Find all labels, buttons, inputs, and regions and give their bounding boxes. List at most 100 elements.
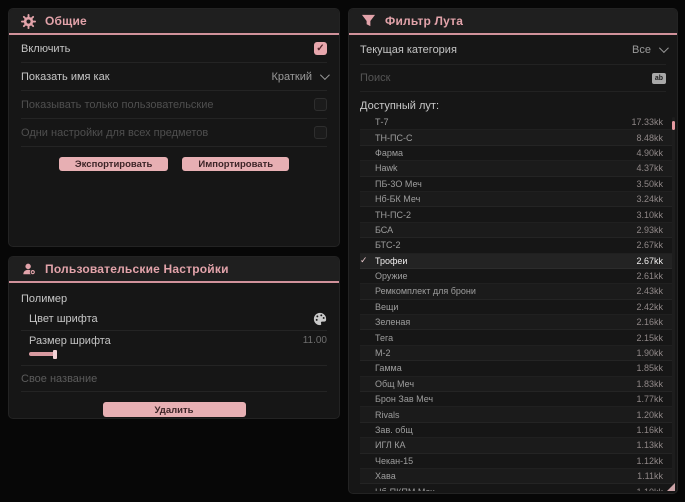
- row-font-color: Цвет шрифта: [21, 307, 327, 331]
- search-options-icon[interactable]: ab: [652, 72, 666, 84]
- row-current-category: Текущая категория Все: [360, 35, 669, 65]
- custom-settings-header: Пользовательские Настройки: [9, 257, 339, 283]
- search-input[interactable]: [360, 69, 652, 87]
- loot-filter-header: Фильтр Лута: [349, 9, 677, 35]
- same-settings-checkbox[interactable]: [314, 126, 327, 139]
- row-show-only-custom: Показывать только пользовательские: [21, 91, 327, 119]
- loot-item-row[interactable]: Чекан-15 1.12kk: [360, 454, 675, 469]
- loot-item-count: 2.16kk: [636, 317, 663, 328]
- loot-item-name: Ремкомплект для брони: [375, 286, 476, 297]
- show-only-custom-checkbox[interactable]: [314, 98, 327, 111]
- loot-item-row[interactable]: Rivals 1.20kk: [360, 407, 675, 423]
- slider-handle[interactable]: [53, 350, 57, 359]
- loot-item-name: Зав. общ: [375, 425, 413, 435]
- general-panel-header: Общие: [9, 9, 339, 35]
- row-show-name-as: Показать имя как Краткий: [21, 63, 330, 91]
- import-button[interactable]: Импортировать: [182, 157, 290, 171]
- chevron-down-icon: [319, 70, 330, 81]
- loot-item-row[interactable]: ✓ Трофеи 2.67kk: [360, 253, 675, 269]
- loot-item-count: 17.33kk: [631, 117, 663, 128]
- loot-item-row[interactable]: ИГЛ КА 1.13kk: [360, 438, 675, 454]
- loot-item-name: Чекан-15: [375, 455, 414, 466]
- delete-row: Удалить: [21, 392, 327, 418]
- loot-item-row[interactable]: Общ Меч 1.83kk: [360, 377, 675, 393]
- loot-item-row[interactable]: ПБ-3О Меч 3.50kk: [360, 177, 675, 192]
- font-size-label: Размер шрифта: [29, 335, 111, 347]
- loot-item-name: Трофеи: [375, 255, 408, 266]
- loot-item-row[interactable]: Хава 1.11kk: [360, 469, 675, 485]
- resize-handle[interactable]: [667, 483, 675, 491]
- category-value: Все: [632, 43, 651, 56]
- palette-icon[interactable]: [312, 311, 327, 326]
- loot-item-count: 3.50kk: [636, 178, 663, 189]
- loot-item-count: 4.37kk: [636, 163, 663, 174]
- category-dropdown[interactable]: Все: [632, 43, 669, 56]
- loot-item-count: 2.15kk: [636, 332, 663, 343]
- loot-list: Т-7 17.33kk ТН-ПС-С 8.48kk Фарма 4.90kk Hawk 4.…: [360, 115, 675, 491]
- loot-item-count: 2.61kk: [636, 271, 663, 282]
- loot-item-row[interactable]: М-2 1.90kk: [360, 346, 675, 362]
- loot-item-name: Зеленая: [375, 317, 411, 328]
- left-column: Общие Включить ✓ Показать имя как Кратки…: [8, 8, 340, 494]
- chevron-down-icon: [658, 43, 669, 54]
- check-icon: ✓: [360, 255, 368, 266]
- loot-item-name: Брон Зав Меч: [375, 394, 434, 405]
- show-name-as-dropdown[interactable]: Краткий: [271, 70, 330, 83]
- loot-item-count: 2.67kk: [636, 240, 663, 251]
- loot-item-row[interactable]: Тега 2.15kk: [360, 330, 675, 346]
- loot-item-row[interactable]: Фарма 4.90kk: [360, 146, 675, 162]
- loot-item-count: 1.13kk: [636, 440, 663, 451]
- font-size-slider[interactable]: [29, 350, 329, 359]
- loot-item-row[interactable]: Оружие 2.61kk: [360, 269, 675, 285]
- export-import-row: Экспортировать Импортировать: [21, 147, 327, 179]
- export-button[interactable]: Экспортировать: [58, 157, 169, 171]
- loot-item-count: 1.90kk: [636, 348, 663, 359]
- loot-item-row[interactable]: Hawk 4.37kk: [360, 161, 675, 177]
- loot-item-name: ТН-ПС-С: [375, 132, 413, 143]
- loot-item-name: Гамма: [375, 363, 402, 374]
- show-name-as-label: Показать имя как: [21, 70, 110, 83]
- scrollbar-thumb[interactable]: [672, 121, 675, 130]
- loot-item-row[interactable]: БТС-2 2.67kk: [360, 238, 675, 254]
- loot-item-row[interactable]: Зав. общ 1.16kk: [360, 423, 675, 439]
- show-name-as-value: Краткий: [271, 70, 312, 83]
- right-column: Фильтр Лута Текущая категория Все ab Дос…: [348, 8, 678, 494]
- loot-item-row[interactable]: Гамма 1.85kk: [360, 361, 675, 377]
- scrollbar-track[interactable]: [672, 117, 675, 489]
- loot-item-row[interactable]: Брон Зав Меч 1.77kk: [360, 392, 675, 408]
- loot-item-count: 1.85kk: [636, 363, 663, 374]
- slider-fill: [29, 352, 55, 356]
- loot-item-row[interactable]: БСА 2.93kk: [360, 223, 675, 239]
- loot-item-name: Вещи: [375, 301, 399, 312]
- loot-item-row[interactable]: Зеленая 2.16kk: [360, 315, 675, 331]
- mod-settings-window: Общие Включить ✓ Показать имя как Кратки…: [0, 0, 685, 502]
- loot-item-row[interactable]: Нб-БК Меч 3.24kk: [360, 192, 675, 208]
- custom-name-input[interactable]: [21, 366, 327, 392]
- row-font-size: Размер шрифта 11.00: [21, 331, 327, 366]
- font-size-value: 11.00: [302, 335, 327, 346]
- loot-item-name: Rivals: [375, 409, 400, 420]
- loot-item-count: 1.16kk: [636, 425, 663, 435]
- loot-item-name: Тега: [375, 332, 394, 343]
- loot-item-row[interactable]: Т-7 17.33kk: [360, 115, 675, 131]
- custom-settings-panel: Пользовательские Настройки Полимер Цвет …: [8, 256, 340, 419]
- enable-checkbox[interactable]: ✓: [314, 42, 327, 55]
- loot-item-count: 2.93kk: [636, 224, 663, 235]
- loot-item-count: 1.83kk: [636, 378, 663, 389]
- general-panel: Общие Включить ✓ Показать имя как Кратки…: [8, 8, 340, 247]
- loot-item-row[interactable]: Ремкомплект для брони 2.43kk: [360, 284, 675, 300]
- loot-item-name: Hawk: [375, 163, 398, 174]
- loot-item-name: Нб-БК Меч: [375, 194, 421, 205]
- delete-button[interactable]: Удалить: [102, 402, 246, 417]
- loot-item-name: ИГЛ КА: [375, 440, 406, 451]
- loot-item-row[interactable]: ТН-ПС-С 8.48kk: [360, 130, 675, 146]
- loot-item-count: 2.67kk: [636, 255, 663, 266]
- loot-filter-panel: Фильтр Лута Текущая категория Все ab Дос…: [348, 8, 678, 494]
- loot-item-count: 1.12kk: [636, 455, 663, 466]
- loot-item-row[interactable]: Вещи 2.42kk: [360, 300, 675, 316]
- search-row: ab: [360, 65, 666, 92]
- loot-item-count: 3.24kk: [636, 194, 663, 205]
- loot-item-row[interactable]: Нб-ПКПМ Меч1.10kk: [360, 484, 675, 491]
- gear-icon: [21, 13, 36, 29]
- loot-item-row[interactable]: ТН-ПС-2 3.10kk: [360, 207, 675, 223]
